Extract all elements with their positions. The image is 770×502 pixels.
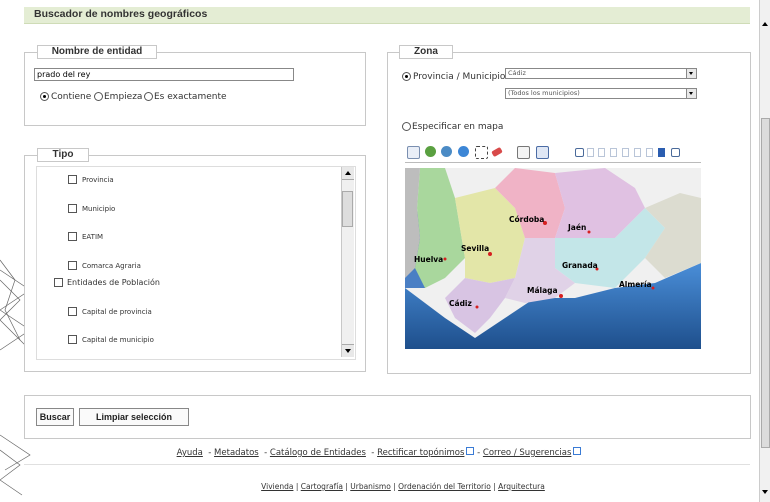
link-catalogo[interactable]: Catálogo de Entidades <box>270 448 366 458</box>
zoom-minus-icon[interactable] <box>671 148 680 157</box>
zoom-out-icon[interactable] <box>441 146 452 157</box>
map-label-almeria: Almería <box>619 280 652 289</box>
zoom-level-tick[interactable] <box>610 148 617 157</box>
zoom-level-current[interactable] <box>658 148 665 157</box>
copy-icon[interactable] <box>517 146 530 159</box>
map-label-cadiz: Cádiz <box>449 299 472 308</box>
footer-divider <box>24 464 750 465</box>
checkbox-capital-provincia[interactable] <box>68 307 77 316</box>
tipo-item-eatim: EATIM <box>82 233 104 241</box>
zoom-level-tick[interactable] <box>622 148 629 157</box>
link-vivienda[interactable]: Vivienda <box>261 482 293 491</box>
page-title: Buscador de nombres geográficos <box>34 8 208 20</box>
external-link-icon <box>573 447 582 455</box>
tipo-item-capital-provincia: Capital de provincia <box>82 308 152 316</box>
label-exactamente: Es exactamente <box>154 92 227 102</box>
link-ordenacion[interactable]: Ordenación del Territorio <box>398 482 491 491</box>
page: Buscador de nombres geográficos Nombre d… <box>0 0 758 502</box>
external-link-icon <box>466 447 475 455</box>
provincia-select[interactable]: Cádiz <box>505 68 697 79</box>
nombre-legend: Nombre de entidad <box>37 45 157 59</box>
link-urbanismo[interactable]: Urbanismo <box>350 482 391 491</box>
checkbox-eatim[interactable] <box>68 232 77 241</box>
search-button[interactable]: Buscar <box>36 408 74 426</box>
map-label-cordoba: Córdoba <box>509 215 545 224</box>
list-icon[interactable] <box>536 146 549 159</box>
chevron-down-icon <box>686 69 696 78</box>
radio-contiene[interactable] <box>40 92 49 101</box>
map-label-sevilla: Sevilla <box>461 244 490 253</box>
link-correo[interactable]: Correo / Sugerencias <box>483 448 572 458</box>
chevron-down-icon <box>686 89 696 98</box>
globe-icon[interactable] <box>458 146 469 157</box>
scroll-up-arrow[interactable] <box>342 167 354 180</box>
zoom-level-tick[interactable] <box>634 148 641 157</box>
document-icon[interactable] <box>407 146 420 159</box>
tipo-scrollbar[interactable] <box>341 167 354 357</box>
zoom-plus-icon[interactable] <box>575 148 584 157</box>
zona-legend: Zona <box>399 45 453 59</box>
window-scroll-up-arrow[interactable] <box>762 22 768 26</box>
zoom-level-tick[interactable] <box>598 148 605 157</box>
label-contiene: Contiene <box>51 92 92 102</box>
map-label-jaen: Jaén <box>568 223 587 232</box>
label-provincia-municipio: Provincia / Municipio <box>413 72 506 82</box>
tipo-item-entidades: Entidades de Población <box>67 278 160 287</box>
link-cartografia[interactable]: Cartografía <box>301 482 343 491</box>
municipio-select[interactable]: (Todos los municipios) <box>505 88 697 99</box>
link-ayuda[interactable]: Ayuda <box>177 448 203 458</box>
nombre-input[interactable] <box>34 68 294 81</box>
map-view[interactable]: Córdoba Jaén Sevilla Huelva Granada Alme… <box>405 168 701 349</box>
tipo-item-capital-municipio: Capital de municipio <box>82 336 154 344</box>
footer-links-row1: Ayuda - Metadatos - Catálogo de Entidade… <box>0 447 758 458</box>
radio-empieza[interactable] <box>94 92 103 101</box>
header-bar: Buscador de nombres geográficos <box>24 7 750 24</box>
tipo-item-provincia: Provincia <box>82 176 114 184</box>
scroll-down-arrow[interactable] <box>342 344 354 357</box>
zoom-level-tick[interactable] <box>646 148 653 157</box>
map-label-granada: Granada <box>562 261 598 270</box>
checkbox-capital-municipio[interactable] <box>68 335 77 344</box>
window-scroll-down-arrow[interactable] <box>762 490 768 494</box>
window-scrollbar[interactable] <box>759 0 770 502</box>
select-box-icon[interactable] <box>475 146 488 159</box>
footer-links-row2: Vivienda | Cartografía | Urbanismo | Ord… <box>261 482 545 491</box>
radio-especificar-mapa[interactable] <box>402 122 411 131</box>
zoom-level-tick[interactable] <box>587 148 594 157</box>
label-especificar-mapa: Especificar en mapa <box>412 122 504 132</box>
nombre-panel <box>24 52 366 126</box>
clear-selection-button[interactable]: Limpiar selección <box>79 408 189 426</box>
link-metadatos[interactable]: Metadatos <box>214 448 259 458</box>
tipo-item-comarca: Comarca Agraria <box>82 262 141 270</box>
radio-exactamente[interactable] <box>144 92 153 101</box>
map-label-malaga: Málaga <box>527 286 558 295</box>
checkbox-entidades[interactable] <box>54 278 63 287</box>
link-arquitectura[interactable]: Arquitectura <box>498 482 545 491</box>
label-empieza: Empieza <box>104 92 143 102</box>
andalucia-map[interactable] <box>405 168 701 349</box>
provincia-select-value: Cádiz <box>508 69 526 77</box>
map-label-huelva: Huelva <box>414 255 444 264</box>
radio-provincia-municipio[interactable] <box>402 72 411 81</box>
scroll-thumb[interactable] <box>342 191 353 227</box>
zoom-in-icon[interactable] <box>425 146 436 157</box>
checkbox-comarca[interactable] <box>68 261 77 270</box>
tipo-item-municipio: Municipio <box>82 205 116 213</box>
tipo-legend: Tipo <box>37 148 89 162</box>
window-scroll-thumb[interactable] <box>761 118 770 448</box>
link-rectificar[interactable]: Rectificar topónimos <box>377 448 464 458</box>
checkbox-municipio[interactable] <box>68 204 77 213</box>
municipio-select-value: (Todos los municipios) <box>508 89 580 97</box>
checkbox-provincia[interactable] <box>68 175 77 184</box>
